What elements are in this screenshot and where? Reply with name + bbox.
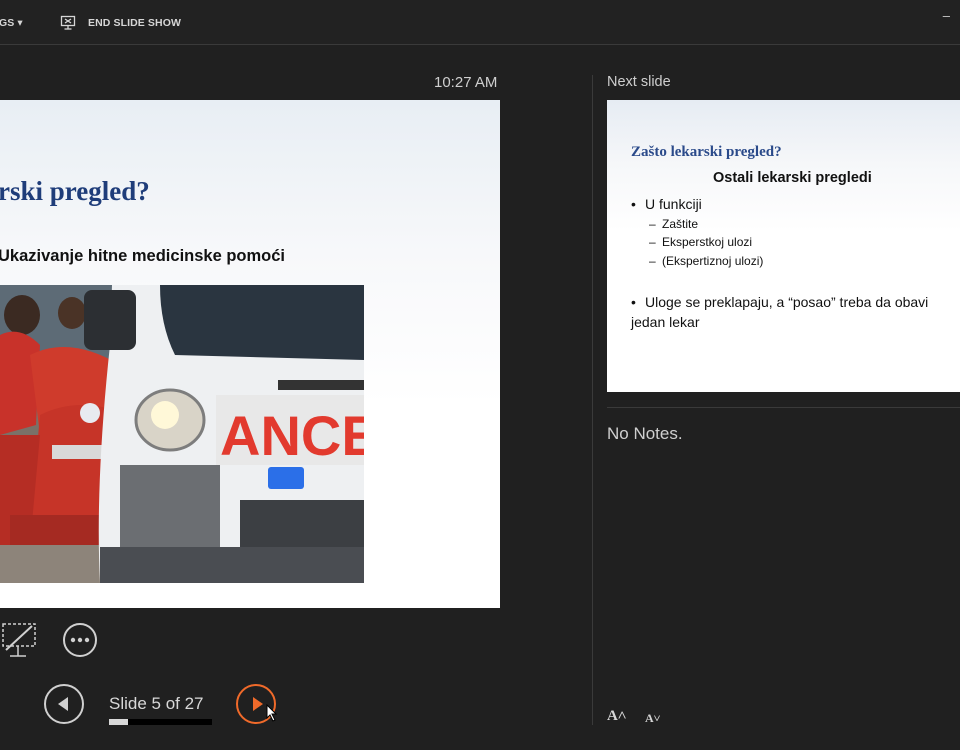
next-slide-sub-item: – (Ekspertiznoj ulozi) [649, 254, 763, 268]
cursor-icon [266, 703, 278, 727]
end-slideshow-icon[interactable] [60, 15, 78, 36]
increase-font-button[interactable]: A˄ [607, 708, 626, 725]
ambulance-text: ANCE [220, 404, 364, 467]
toolbar: GS ▾ END SLIDE SHOW – [0, 0, 960, 45]
previous-slide-button[interactable] [44, 684, 84, 724]
clock: 10:27 AM [434, 74, 498, 91]
notes-divider [607, 407, 960, 408]
slide-title: rski pregled? [0, 176, 150, 206]
ambulance-photo: ANCE [0, 285, 364, 583]
bullet-text: Uloge se preklapaju, a “posao” treba da … [631, 294, 929, 330]
minimize-button[interactable]: – [943, 8, 950, 23]
bullet-glyph: • [631, 294, 636, 310]
previous-icon [58, 697, 68, 711]
dash-glyph: – [649, 254, 656, 268]
pane-divider[interactable] [592, 75, 593, 725]
decrease-font-button[interactable]: A˅ [645, 711, 661, 726]
next-slide-sub-item: – Zaštite [649, 217, 698, 231]
dash-glyph: – [649, 217, 656, 231]
bullet-glyph: • [631, 196, 636, 212]
sub-item-text: Zaštite [662, 217, 699, 231]
next-slide-bullet: • Uloge se preklapaju, a “posao” treba da… [631, 292, 949, 332]
slide-counter: Slide 5 of 27 [109, 694, 204, 713]
bullet-text: U funkciji [645, 196, 702, 212]
next-slide-label: Next slide [607, 74, 671, 90]
sub-item-text: Eksperstkoj ulozi [662, 235, 753, 249]
more-options-icon[interactable] [62, 622, 98, 663]
speaker-notes[interactable]: No Notes. [607, 424, 683, 444]
dash-glyph: – [649, 235, 656, 249]
current-slide[interactable]: rski pregled? Ukazivanje hitne medicinsk… [0, 100, 500, 608]
end-slideshow-button[interactable]: END SLIDE SHOW [88, 17, 181, 29]
next-slide-preview[interactable]: Zašto lekarski pregled? Ostali lekarski … [607, 100, 960, 392]
next-slide-sub-item: – Eksperstkoj ulozi [649, 235, 752, 249]
sub-item-text: (Ekspertiznoj ulozi) [662, 254, 764, 268]
pen-tool-icon[interactable] [0, 620, 40, 665]
next-slide-subtitle: Ostali lekarski pregledi [713, 170, 872, 186]
next-slide-title: Zašto lekarski pregled? [631, 144, 782, 160]
display-settings-button[interactable]: GS ▾ [0, 17, 23, 29]
slide-subtitle: Ukazivanje hitne medicinske pomoći [0, 247, 286, 265]
next-slide-bullet: • U funkciji [631, 196, 702, 212]
slide-progress-bar[interactable] [109, 719, 212, 725]
slide-progress-fill [109, 719, 129, 725]
